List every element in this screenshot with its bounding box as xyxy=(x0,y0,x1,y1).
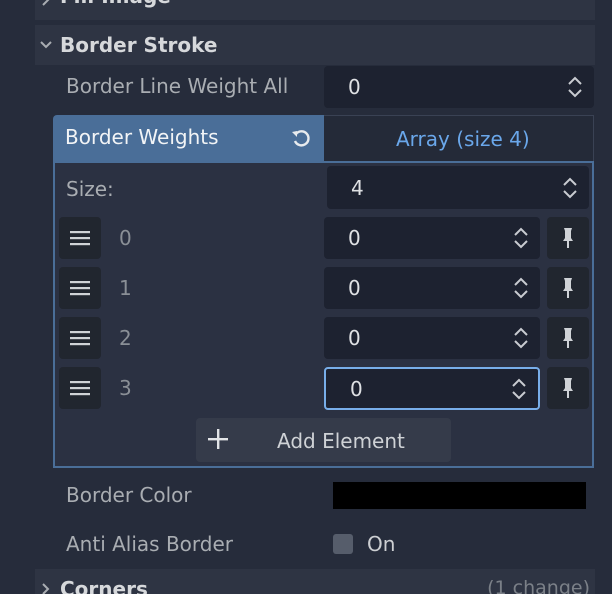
array-element-spinbox[interactable]: 0 xyxy=(324,217,540,259)
drag-handle[interactable] xyxy=(59,317,101,359)
array-size-label: Array (size 4) xyxy=(396,127,530,151)
pin-button[interactable] xyxy=(547,317,589,359)
array-row-index: 0 xyxy=(119,226,132,250)
pin-button[interactable] xyxy=(547,267,589,309)
pin-button[interactable] xyxy=(547,217,589,259)
revert-icon[interactable] xyxy=(290,127,312,149)
pin-icon xyxy=(563,378,573,398)
section-title: Fill Image xyxy=(60,0,171,8)
updown-arrows-icon[interactable] xyxy=(566,74,584,100)
drag-handle[interactable] xyxy=(59,367,101,409)
spinbox-value: 0 xyxy=(350,376,363,401)
array-row-index: 1 xyxy=(119,276,132,300)
section-border-stroke[interactable]: Border Stroke xyxy=(35,25,595,65)
border-line-weight-all-label: Border Line Weight All xyxy=(66,74,289,98)
chevron-right-icon xyxy=(42,583,50,594)
section-title: Border Stroke xyxy=(60,33,218,57)
border-color-picker[interactable] xyxy=(333,482,586,509)
chevron-down-icon xyxy=(40,41,52,49)
pin-icon xyxy=(563,278,573,298)
array-row-index: 2 xyxy=(119,326,132,350)
anti-alias-toggle-label[interactable]: On xyxy=(367,532,395,556)
updown-arrows-icon[interactable] xyxy=(512,275,530,301)
spinbox-value: 0 xyxy=(348,75,361,99)
spinbox-value: 0 xyxy=(348,226,361,250)
spinbox-value: 4 xyxy=(351,175,364,200)
hamburger-icon xyxy=(70,231,90,246)
array-toggle-button[interactable]: Array (size 4) xyxy=(324,115,594,161)
section-title: Corners xyxy=(60,577,148,594)
section-corners[interactable]: Corners (1 change) xyxy=(35,569,595,594)
anti-alias-checkbox[interactable] xyxy=(333,534,353,554)
chevron-right-icon xyxy=(42,0,50,6)
array-size-spinbox[interactable]: 4 xyxy=(327,166,589,209)
plus-icon xyxy=(208,429,228,449)
updown-arrows-icon[interactable] xyxy=(512,325,530,351)
hamburger-icon xyxy=(70,331,90,346)
spinbox-value: 0 xyxy=(348,276,361,300)
hamburger-icon xyxy=(70,281,90,296)
spinbox-value: 0 xyxy=(348,326,361,350)
updown-arrows-icon[interactable] xyxy=(561,175,579,201)
updown-arrows-icon[interactable] xyxy=(512,225,530,251)
border-weights-label-tab: Border Weights xyxy=(53,115,324,161)
section-fill-image[interactable]: Fill Image xyxy=(35,0,595,20)
change-count: (1 change) xyxy=(487,577,590,594)
border-color-label: Border Color xyxy=(66,483,192,507)
add-element-label: Add Element xyxy=(277,429,405,453)
array-element-spinbox[interactable]: 0 xyxy=(324,267,540,309)
drag-handle[interactable] xyxy=(59,267,101,309)
array-size-label: Size: xyxy=(66,177,114,201)
array-element-spinbox[interactable]: 0 xyxy=(324,317,540,359)
array-row-index: 3 xyxy=(119,376,132,400)
border-line-weight-all-spinbox[interactable]: 0 xyxy=(324,66,594,108)
pin-icon xyxy=(563,228,573,248)
pin-button[interactable] xyxy=(547,367,589,409)
pin-icon xyxy=(563,328,573,348)
add-element-button[interactable]: Add Element xyxy=(196,418,451,462)
border-weights-label: Border Weights xyxy=(65,125,219,149)
anti-alias-border-label: Anti Alias Border xyxy=(66,532,233,556)
drag-handle[interactable] xyxy=(59,217,101,259)
updown-arrows-icon[interactable] xyxy=(510,376,528,402)
array-element-spinbox[interactable]: 0 xyxy=(324,367,540,410)
hamburger-icon xyxy=(70,381,90,396)
